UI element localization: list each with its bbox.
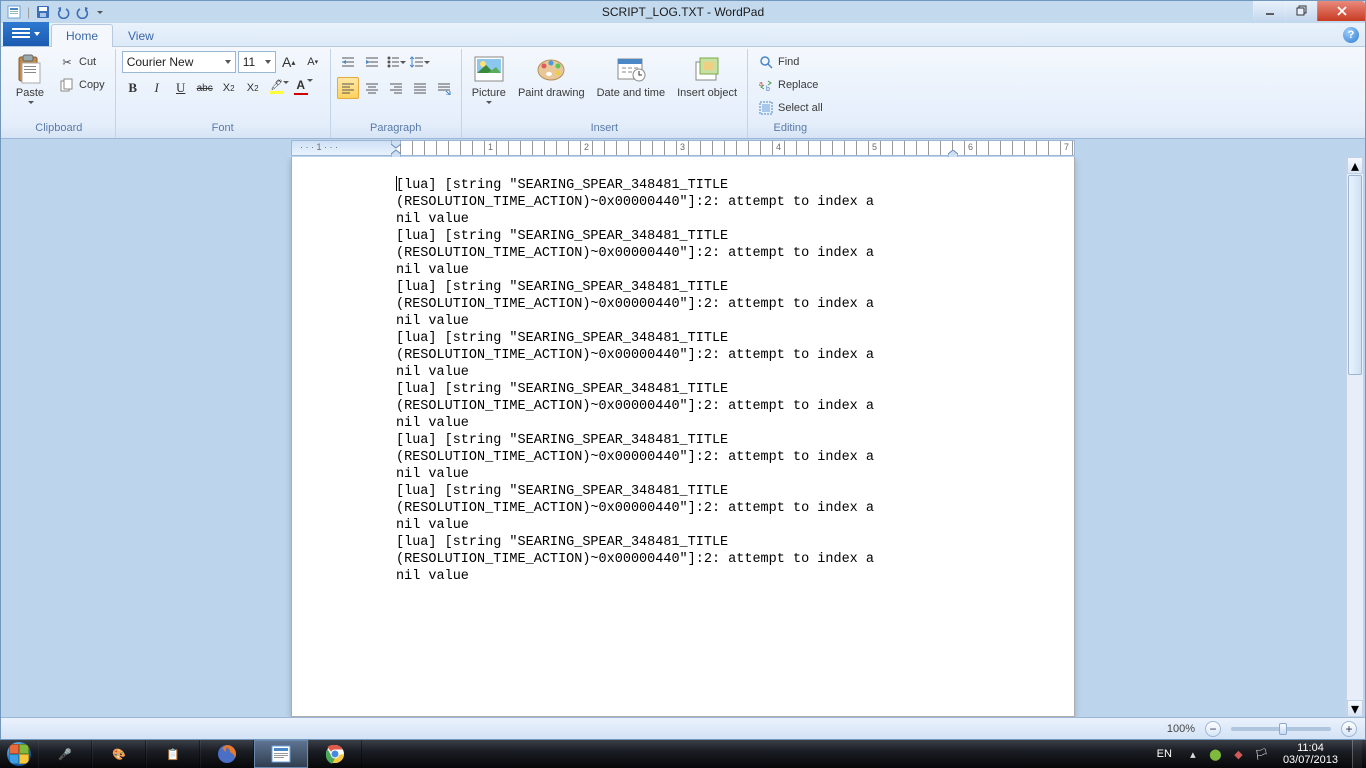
- minimize-button[interactable]: [1253, 1, 1285, 21]
- qat-save-icon[interactable]: [36, 5, 50, 19]
- indent-marker-first[interactable]: [391, 140, 401, 158]
- align-center-button[interactable]: [361, 77, 383, 99]
- close-button[interactable]: [1317, 1, 1365, 21]
- scissors-icon: ✂: [59, 54, 75, 70]
- font-color-button[interactable]: A: [290, 77, 312, 99]
- copy-icon: [59, 77, 75, 93]
- start-button[interactable]: [0, 740, 38, 768]
- restore-button[interactable]: [1285, 1, 1317, 21]
- ruler-area: · · · 1 · · · 1 2 3 4 5 6 7: [1, 139, 1365, 157]
- help-icon[interactable]: ?: [1343, 27, 1359, 43]
- taskbar-item-paint[interactable]: 🎨: [92, 740, 146, 768]
- bullets-button[interactable]: [385, 51, 407, 73]
- document-page[interactable]: [lua] [string "SEARING_SPEAR_348481_TITL…: [291, 157, 1075, 717]
- align-right-button[interactable]: [385, 77, 407, 99]
- taskbar-item-notes[interactable]: 📋: [146, 740, 200, 768]
- group-insert-label: Insert: [468, 122, 741, 138]
- line-spacing-button[interactable]: [409, 51, 431, 73]
- paragraph-dialog-button[interactable]: [433, 77, 455, 99]
- find-button[interactable]: Find: [754, 51, 803, 73]
- tray-security-icon[interactable]: ◆: [1231, 747, 1246, 762]
- menu-icon: [12, 28, 30, 40]
- ribbon: Paste ✂ Cut Copy Clipboard: [1, 47, 1365, 139]
- statusbar: 100% − +: [1, 717, 1365, 739]
- wordpad-window: | SCRIPT_LOG.TXT - WordPad Home View ?: [0, 0, 1366, 740]
- insert-object-button[interactable]: Insert object: [673, 51, 741, 101]
- picture-icon: [473, 53, 505, 85]
- select-all-icon: [758, 100, 774, 116]
- tab-home[interactable]: Home: [51, 24, 113, 47]
- object-icon: [691, 53, 723, 85]
- superscript-button[interactable]: X2: [242, 77, 264, 99]
- file-menu-button[interactable]: [3, 22, 49, 46]
- scroll-thumb[interactable]: [1348, 175, 1362, 375]
- align-left-button[interactable]: [337, 77, 359, 99]
- font-name-combo[interactable]: Courier New: [122, 51, 236, 73]
- system-tray: EN ▴ ⬤ ◆ 🏳 11:04 03/07/2013: [1147, 740, 1366, 768]
- increase-indent-button[interactable]: [361, 51, 383, 73]
- group-editing-label: Editing: [754, 122, 827, 138]
- strike-button[interactable]: abc: [194, 77, 216, 99]
- taskbar-item-firefox[interactable]: [200, 740, 254, 768]
- find-icon: [758, 54, 774, 70]
- shrink-font-button[interactable]: A▾: [302, 51, 324, 73]
- qat-customize-dropdown[interactable]: [97, 11, 103, 14]
- tray-network-icon[interactable]: ⬤: [1208, 747, 1223, 762]
- align-justify-button[interactable]: [409, 77, 431, 99]
- highlight-button[interactable]: 🖊: [266, 77, 288, 99]
- ribbon-tabs: Home View ?: [1, 23, 1365, 47]
- vertical-scrollbar[interactable]: ▴ ▾: [1346, 157, 1363, 717]
- replace-button[interactable]: ab Replace: [754, 74, 822, 96]
- underline-button[interactable]: U: [170, 77, 192, 99]
- replace-icon: ab: [758, 77, 774, 93]
- document-area: [lua] [string "SEARING_SPEAR_348481_TITL…: [1, 157, 1365, 717]
- group-paragraph-label: Paragraph: [337, 122, 455, 138]
- titlebar[interactable]: | SCRIPT_LOG.TXT - WordPad: [1, 1, 1365, 23]
- select-all-button[interactable]: Select all: [754, 97, 827, 119]
- zoom-in-button[interactable]: +: [1341, 721, 1357, 737]
- language-indicator[interactable]: EN: [1151, 748, 1178, 760]
- insert-datetime-button[interactable]: Date and time: [593, 51, 669, 101]
- horizontal-ruler[interactable]: · · · 1 · · · 1 2 3 4 5 6 7: [291, 140, 1075, 156]
- italic-button[interactable]: I: [146, 77, 168, 99]
- tab-view[interactable]: View: [113, 24, 169, 47]
- window-title: SCRIPT_LOG.TXT - WordPad: [1, 1, 1365, 23]
- clipboard-icon: [14, 53, 46, 85]
- taskbar-item-wordpad[interactable]: [254, 740, 308, 768]
- taskbar-item-mic[interactable]: 🎤: [38, 740, 92, 768]
- cut-button[interactable]: ✂ Cut: [55, 51, 109, 73]
- grow-font-button[interactable]: A▴: [278, 51, 300, 73]
- show-desktop-button[interactable]: [1352, 740, 1362, 768]
- tray-action-center-icon[interactable]: 🏳: [1254, 747, 1269, 762]
- qat-redo-icon[interactable]: [76, 5, 90, 19]
- bold-button[interactable]: B: [122, 77, 144, 99]
- scroll-down-button[interactable]: ▾: [1347, 700, 1363, 717]
- zoom-out-button[interactable]: −: [1205, 721, 1221, 737]
- tray-clock[interactable]: 11:04 03/07/2013: [1277, 741, 1344, 767]
- palette-icon: [535, 53, 567, 85]
- svg-text:b: b: [766, 86, 770, 92]
- paste-button[interactable]: Paste: [9, 51, 51, 106]
- tray-overflow-button[interactable]: ▴: [1186, 747, 1200, 761]
- zoom-slider[interactable]: [1231, 727, 1331, 731]
- insert-paint-button[interactable]: Paint drawing: [514, 51, 589, 101]
- app-icon: [7, 5, 21, 19]
- font-size-combo[interactable]: 11: [238, 51, 276, 73]
- scroll-up-button[interactable]: ▴: [1347, 157, 1363, 174]
- decrease-indent-button[interactable]: [337, 51, 359, 73]
- calendar-icon: [615, 53, 647, 85]
- group-font-label: Font: [122, 122, 324, 138]
- insert-picture-button[interactable]: Picture: [468, 51, 510, 106]
- copy-button[interactable]: Copy: [55, 74, 109, 96]
- taskbar: 🎤 🎨 📋 EN ▴ ⬤ ◆ 🏳 11:04 03/07/2013: [0, 740, 1366, 768]
- paste-label: Paste: [16, 87, 44, 99]
- zoom-percent: 100%: [1167, 723, 1195, 735]
- qat-undo-icon[interactable]: [56, 5, 70, 19]
- taskbar-item-chrome[interactable]: [308, 740, 362, 768]
- group-clipboard-label: Clipboard: [9, 122, 109, 138]
- subscript-button[interactable]: X2: [218, 77, 240, 99]
